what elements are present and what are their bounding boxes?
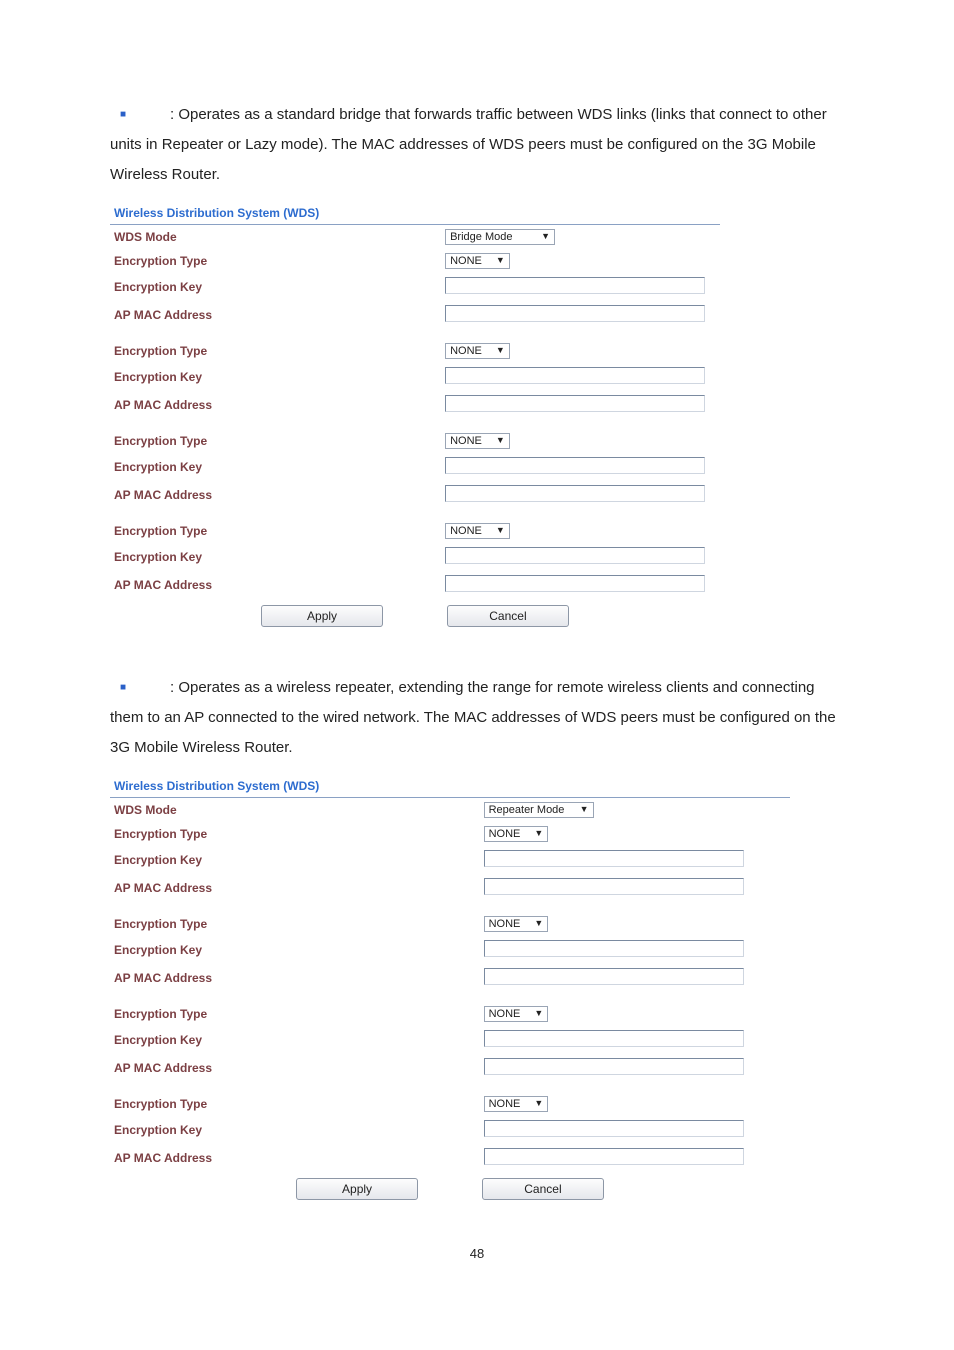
- chevron-down-icon: ▼: [534, 1008, 543, 1018]
- cancel-button[interactable]: Cancel: [482, 1178, 604, 1200]
- select-enc-type-3[interactable]: NONE ▼: [484, 1006, 549, 1022]
- select-enc-type-2-value: NONE: [450, 345, 482, 357]
- select-enc-type-2-value: NONE: [489, 918, 521, 930]
- select-wds-mode-value: Bridge Mode: [450, 231, 512, 243]
- label-enc-key: Encryption Key: [114, 280, 445, 294]
- select-enc-type-3-value: NONE: [489, 1008, 521, 1020]
- label-enc-type: Encryption Type: [114, 1007, 484, 1021]
- wds-panel-bridge: Wireless Distribution System (WDS) WDS M…: [110, 200, 720, 643]
- apply-button[interactable]: Apply: [296, 1178, 418, 1200]
- chevron-down-icon: ▼: [534, 1098, 543, 1108]
- label-enc-key: Encryption Key: [114, 460, 445, 474]
- input-enc-key-3[interactable]: [445, 457, 705, 474]
- label-ap-mac: AP MAC Address: [114, 308, 445, 322]
- chevron-down-icon: ▼: [541, 231, 550, 241]
- select-wds-mode[interactable]: Bridge Mode ▼: [445, 229, 555, 245]
- chevron-down-icon: ▼: [496, 435, 505, 445]
- input-ap-mac-1[interactable]: [484, 878, 744, 895]
- panel-title: Wireless Distribution System (WDS): [110, 773, 790, 798]
- select-enc-type-1-value: NONE: [450, 255, 482, 267]
- label-wds-mode: WDS Mode: [114, 803, 484, 817]
- select-enc-type-2[interactable]: NONE ▼: [445, 343, 510, 359]
- select-enc-type-2[interactable]: NONE ▼: [484, 916, 549, 932]
- select-enc-type-3-value: NONE: [450, 435, 482, 447]
- panel-title: Wireless Distribution System (WDS): [110, 200, 720, 225]
- select-enc-type-4[interactable]: NONE ▼: [445, 523, 510, 539]
- select-enc-type-1[interactable]: NONE ▼: [484, 826, 549, 842]
- chevron-down-icon: ▼: [534, 918, 543, 928]
- input-ap-mac-2[interactable]: [445, 395, 705, 412]
- label-ap-mac: AP MAC Address: [114, 971, 484, 985]
- input-ap-mac-4[interactable]: [484, 1148, 744, 1165]
- bullet-icon: ■: [110, 105, 170, 125]
- select-wds-mode-value: Repeater Mode: [489, 804, 565, 816]
- label-ap-mac: AP MAC Address: [114, 398, 445, 412]
- label-ap-mac: AP MAC Address: [114, 1061, 484, 1075]
- paragraph-repeater-text: : Operates as a wireless repeater, exten…: [110, 679, 836, 756]
- input-ap-mac-3[interactable]: [484, 1058, 744, 1075]
- input-ap-mac-1[interactable]: [445, 305, 705, 322]
- label-enc-key: Encryption Key: [114, 1123, 484, 1137]
- page-number: 48: [110, 1246, 844, 1261]
- input-enc-key-4[interactable]: [445, 547, 705, 564]
- label-ap-mac: AP MAC Address: [114, 578, 445, 592]
- input-enc-key-1[interactable]: [484, 850, 744, 867]
- label-enc-key: Encryption Key: [114, 943, 484, 957]
- select-enc-type-3[interactable]: NONE ▼: [445, 433, 510, 449]
- label-enc-type: Encryption Type: [114, 344, 445, 358]
- cancel-button[interactable]: Cancel: [447, 605, 569, 627]
- label-ap-mac: AP MAC Address: [114, 488, 445, 502]
- select-enc-type-4-value: NONE: [450, 525, 482, 537]
- label-enc-key: Encryption Key: [114, 853, 484, 867]
- chevron-down-icon: ▼: [534, 828, 543, 838]
- input-enc-key-2[interactable]: [484, 940, 744, 957]
- input-enc-key-3[interactable]: [484, 1030, 744, 1047]
- chevron-down-icon: ▼: [496, 255, 505, 265]
- select-enc-type-1-value: NONE: [489, 828, 521, 840]
- label-ap-mac: AP MAC Address: [114, 881, 484, 895]
- input-ap-mac-2[interactable]: [484, 968, 744, 985]
- paragraph-bridge: ■: Operates as a standard bridge that fo…: [110, 100, 844, 190]
- bullet-icon: ■: [110, 678, 170, 698]
- label-enc-type: Encryption Type: [114, 434, 445, 448]
- input-ap-mac-4[interactable]: [445, 575, 705, 592]
- label-ap-mac: AP MAC Address: [114, 1151, 484, 1165]
- apply-button[interactable]: Apply: [261, 605, 383, 627]
- chevron-down-icon: ▼: [496, 345, 505, 355]
- label-enc-type: Encryption Type: [114, 1097, 484, 1111]
- wds-panel-repeater: Wireless Distribution System (WDS) WDS M…: [110, 773, 790, 1216]
- label-wds-mode: WDS Mode: [114, 230, 445, 244]
- label-enc-type: Encryption Type: [114, 254, 445, 268]
- input-enc-key-1[interactable]: [445, 277, 705, 294]
- paragraph-repeater: ■: Operates as a wireless repeater, exte…: [110, 673, 844, 763]
- select-enc-type-4-value: NONE: [489, 1098, 521, 1110]
- label-enc-key: Encryption Key: [114, 550, 445, 564]
- select-wds-mode[interactable]: Repeater Mode ▼: [484, 802, 594, 818]
- label-enc-type: Encryption Type: [114, 524, 445, 538]
- label-enc-key: Encryption Key: [114, 370, 445, 384]
- paragraph-bridge-text: : Operates as a standard bridge that for…: [110, 106, 827, 183]
- chevron-down-icon: ▼: [496, 525, 505, 535]
- chevron-down-icon: ▼: [580, 804, 589, 814]
- select-enc-type-1[interactable]: NONE ▼: [445, 253, 510, 269]
- input-enc-key-2[interactable]: [445, 367, 705, 384]
- label-enc-type: Encryption Type: [114, 827, 484, 841]
- input-ap-mac-3[interactable]: [445, 485, 705, 502]
- label-enc-type: Encryption Type: [114, 917, 484, 931]
- select-enc-type-4[interactable]: NONE ▼: [484, 1096, 549, 1112]
- input-enc-key-4[interactable]: [484, 1120, 744, 1137]
- label-enc-key: Encryption Key: [114, 1033, 484, 1047]
